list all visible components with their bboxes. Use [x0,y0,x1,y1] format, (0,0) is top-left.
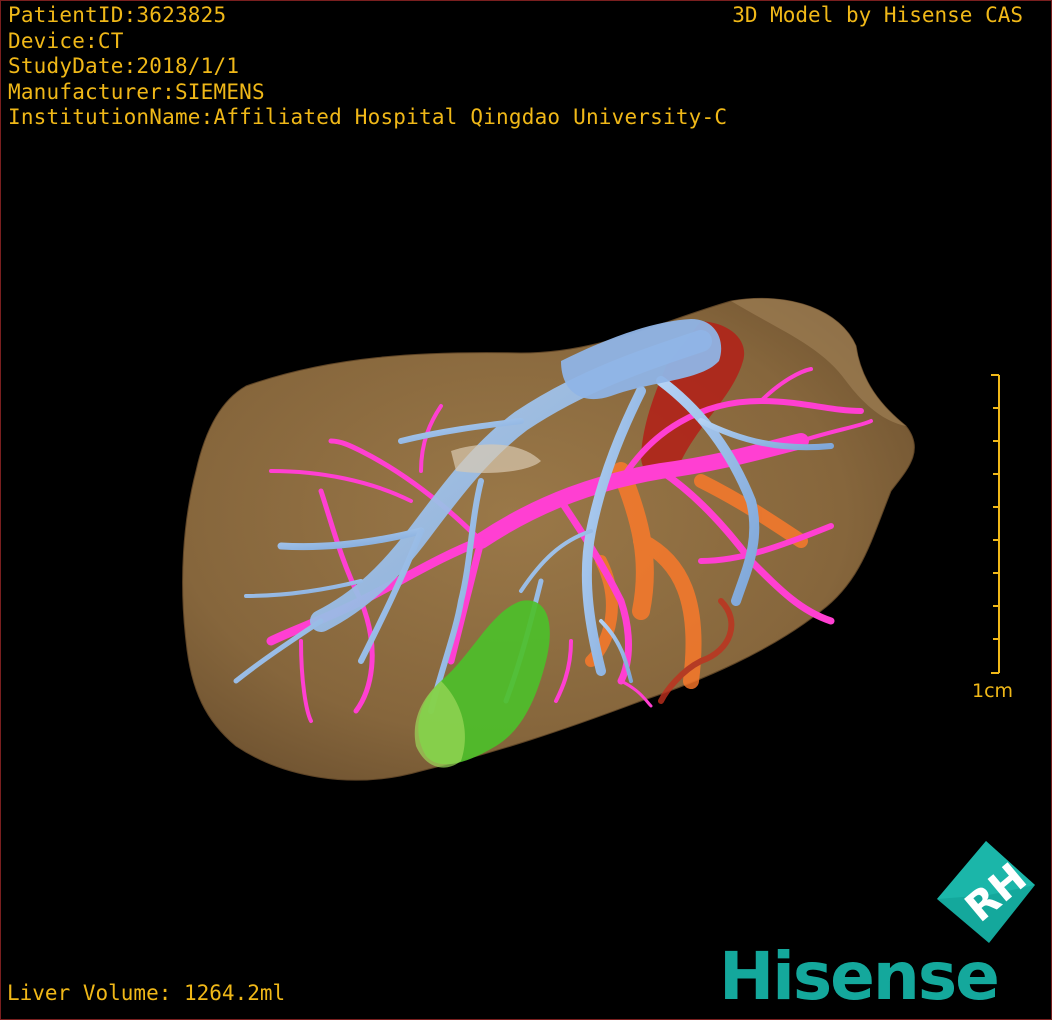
institution-name: InstitutionName:Affiliated Hospital Qing… [8,105,728,129]
study-date: StudyDate:2018/1/1 [8,54,240,78]
liver-3d-model[interactable] [1,1,1052,1020]
scale-label: 1cm [972,680,1014,702]
liver-volume: Liver Volume: 1264.2ml [7,981,286,1005]
scale-bar [991,374,1000,674]
3d-viewport[interactable]: PatientID:3623825 Device:CT StudyDate:20… [0,0,1052,1020]
device: Device:CT [8,28,124,53]
hisense-wordmark: Hisense [719,938,1000,1015]
hisense-cube-icon: RH [937,841,1036,943]
dicom-info-overlay: PatientID:3623825 Device:CT StudyDate:20… [8,3,727,131]
manufacturer: Manufacturer:SIEMENS [8,79,265,104]
patient-id: PatientID:3623825 [8,3,227,27]
model-credit: 3D Model by Hisense CAS [732,3,1023,27]
